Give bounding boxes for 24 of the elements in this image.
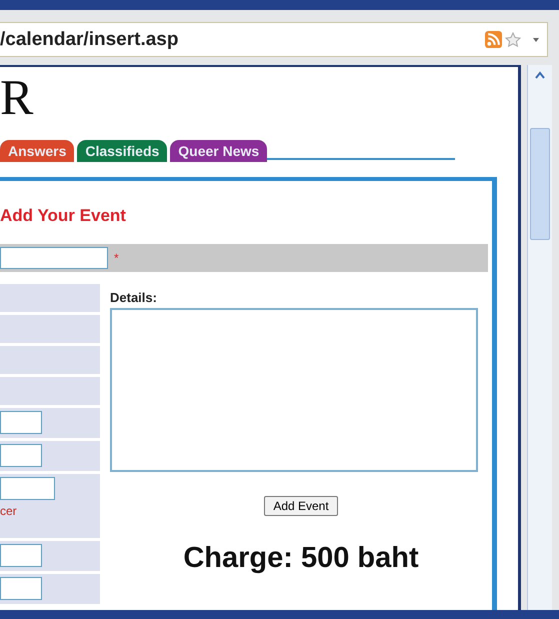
input-field[interactable] — [0, 544, 42, 567]
title-field[interactable] — [0, 247, 108, 269]
site-logo: R — [0, 68, 34, 127]
nav-tab[interactable]: Answers — [0, 140, 74, 162]
input-field[interactable] — [0, 411, 42, 434]
input-field[interactable] — [0, 577, 42, 600]
scroll-up-icon[interactable] — [535, 71, 545, 79]
nav-tab[interactable]: Classifieds — [77, 140, 168, 162]
charge-text: Charge: 500 baht — [182, 542, 420, 575]
add-event-button[interactable]: Add Event — [264, 496, 338, 516]
star-icon[interactable] — [505, 32, 521, 48]
details-label: Details: — [110, 290, 158, 307]
dropdown-icon[interactable] — [533, 38, 539, 42]
field-note: cer — [0, 504, 17, 518]
scrollbar[interactable] — [527, 65, 552, 610]
details-field[interactable] — [110, 308, 478, 472]
form-heading: Add Your Event — [0, 206, 127, 227]
nav-tab[interactable]: Queer News — [170, 140, 268, 162]
input-field[interactable] — [0, 477, 55, 500]
scroll-thumb[interactable] — [530, 128, 550, 240]
address-field[interactable]: /calendar/insert.asp — [0, 22, 548, 57]
rss-icon[interactable] — [485, 31, 502, 48]
required-mark: * — [114, 251, 119, 265]
input-field[interactable] — [0, 444, 42, 467]
